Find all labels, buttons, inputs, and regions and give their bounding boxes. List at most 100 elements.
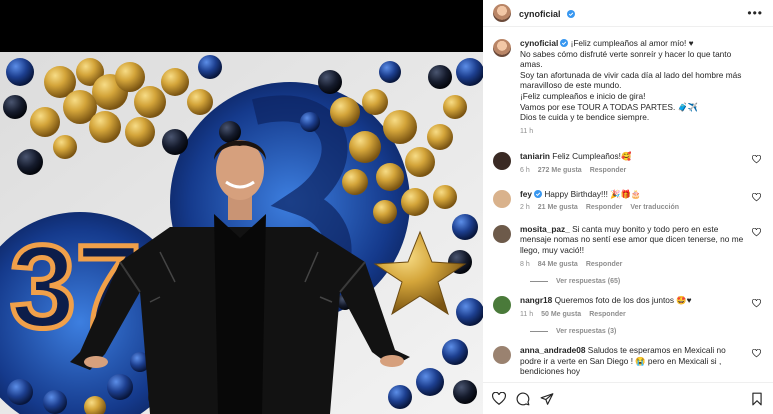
comment-time: 8 h (520, 260, 530, 268)
replies-line (530, 331, 548, 333)
author-avatar[interactable] (493, 4, 511, 22)
gold-balloon (427, 124, 453, 150)
gold-balloon (349, 131, 381, 163)
blue-balloon (453, 380, 477, 404)
post-media: 37 (0, 0, 483, 414)
view-replies-label[interactable]: Ver respuestas (65) (556, 278, 620, 285)
gold-balloon (342, 169, 368, 195)
more-options-icon[interactable]: ••• (747, 6, 763, 20)
blue-balloon (442, 339, 468, 365)
blue-balloon (318, 70, 342, 94)
caption-time: 11 h (520, 127, 534, 135)
gold-balloon (134, 86, 166, 118)
gold-balloon (330, 97, 360, 127)
comment-likes[interactable]: 21 Me gusta (538, 203, 578, 214)
blue-balloon (428, 65, 452, 89)
comment-avatar[interactable] (493, 296, 511, 315)
comment-like-heart-icon[interactable] (752, 299, 761, 308)
heart-icon[interactable] (492, 391, 506, 406)
blue-balloon (107, 374, 133, 400)
blue-balloon (198, 55, 222, 79)
comment-reply-button[interactable]: Responder (590, 166, 627, 177)
comment-avatar[interactable] (493, 152, 511, 171)
author-username[interactable]: cynoficial (519, 9, 561, 19)
bookmark-icon[interactable] (750, 392, 764, 406)
blue-balloon (3, 95, 27, 119)
blue-balloon (456, 58, 483, 86)
post-photo[interactable]: 37 (0, 52, 483, 414)
comment-time: 6 h (520, 166, 530, 174)
verified-badge-icon (534, 189, 542, 198)
comment-meta: 6 h 272 Me gusta Responder (520, 166, 745, 177)
gold-balloon (405, 147, 435, 177)
gold-balloon (433, 185, 457, 209)
blue-balloon (7, 379, 33, 405)
comment-likes[interactable]: 50 Me gusta (541, 310, 581, 321)
comment-reply-button[interactable]: Responder (586, 203, 623, 214)
comment-username[interactable]: taniarin (520, 151, 550, 161)
comment-item: mosita_paz_ Si canta muy bonito y todo p… (493, 224, 763, 270)
gold-balloon (161, 68, 189, 96)
blue-balloon (416, 368, 444, 396)
comment-like-heart-icon[interactable] (752, 349, 761, 358)
gold-balloon (187, 89, 213, 115)
caption-text-block: cynoficial ¡Feliz cumpleaños al amor mío… (520, 38, 745, 123)
comment-avatar[interactable] (493, 189, 511, 208)
post-caption: cynoficial ¡Feliz cumpleaños al amor mío… (493, 38, 763, 137)
gold-balloon (383, 110, 417, 144)
comment-icon[interactable] (516, 392, 530, 406)
comment-reply-button[interactable]: Responder (586, 260, 623, 271)
author-username-wrap[interactable]: cynoficial (519, 4, 575, 22)
blue-balloon (162, 129, 188, 155)
gold-balloon (30, 107, 60, 137)
comment-username[interactable]: mosita_paz_ (520, 224, 570, 234)
comment-item: taniarin Feliz Cumpleaños!🥰 6 h 272 Me g… (493, 151, 763, 176)
gold-balloon (362, 89, 388, 115)
gold-balloon (89, 111, 121, 143)
comments-list[interactable]: cynoficial ¡Feliz cumpleaños al amor mío… (483, 28, 773, 382)
verified-badge-icon (566, 10, 575, 18)
blue-balloon (43, 390, 67, 414)
comment-reply-button[interactable]: Responder (589, 310, 626, 321)
blue-balloon (379, 61, 401, 83)
blue-balloon (17, 149, 43, 175)
comment-likes[interactable]: 84 Me gusta (538, 260, 578, 271)
comment-username[interactable]: fey (520, 189, 532, 199)
comment-meta: 2 h 21 Me gusta Responder Ver traducción (520, 203, 745, 214)
comment-text: Happy Birthday!!! 🎉🎁🎂 (544, 188, 642, 199)
gold-balloon (125, 117, 155, 147)
gold-balloon (53, 135, 77, 159)
comment-avatar[interactable] (493, 346, 511, 365)
post-sidebar: cynoficial ••• cynoficial ¡Feliz cumplea… (483, 0, 773, 414)
comment-username[interactable]: nangr18 (520, 295, 552, 305)
view-replies-label[interactable]: Ver respuestas (3) (556, 328, 616, 335)
share-icon[interactable] (540, 392, 554, 406)
comment-time: 2 h (520, 204, 530, 212)
comment-body: fey Happy Birthday!!! 🎉🎁🎂 2 h 21 Me gust… (520, 189, 763, 214)
comment-like-heart-icon[interactable] (752, 227, 761, 237)
comment-time: 11 h (520, 310, 534, 318)
comment-avatar[interactable] (493, 224, 511, 243)
comment-username[interactable]: anna_andrade08 (520, 345, 585, 355)
caption-avatar[interactable] (493, 39, 511, 57)
comment-body: taniarin Feliz Cumpleaños!🥰 6 h 272 Me g… (520, 151, 763, 176)
comment-like-heart-icon[interactable] (752, 155, 761, 164)
view-replies-button[interactable]: Ver respuestas (3) (530, 328, 763, 335)
gold-balloon (443, 95, 467, 119)
replies-line (530, 281, 548, 283)
comment-likes[interactable]: 272 Me gusta (538, 166, 582, 177)
comment-item: fey Happy Birthday!!! 🎉🎁🎂 2 h 21 Me gust… (493, 189, 763, 214)
caption-body: cynoficial ¡Feliz cumpleaños al amor mío… (520, 38, 763, 137)
comment-body: anna_andrade08 Saludos te esperamos en M… (520, 345, 763, 377)
comment-item: anna_andrade08 Saludos te esperamos en M… (493, 345, 763, 377)
blue-balloon (388, 385, 412, 409)
comment-body: nangr18 Queremos foto de los dos juntos … (520, 295, 763, 320)
caption-text: ¡Feliz cumpleaños al amor mío! ♥ No sabe… (520, 38, 742, 123)
gold-balloon (376, 163, 404, 191)
view-replies-button[interactable]: Ver respuestas (65) (530, 278, 763, 285)
comment-text: Queremos foto de los dos juntos 🤩♥ (554, 295, 692, 306)
comment-body: mosita_paz_ Si canta muy bonito y todo p… (520, 224, 763, 270)
comment-like-heart-icon[interactable] (752, 192, 761, 202)
caption-username[interactable]: cynoficial (520, 38, 558, 48)
see-translation-button[interactable]: Ver traducción (630, 203, 679, 214)
